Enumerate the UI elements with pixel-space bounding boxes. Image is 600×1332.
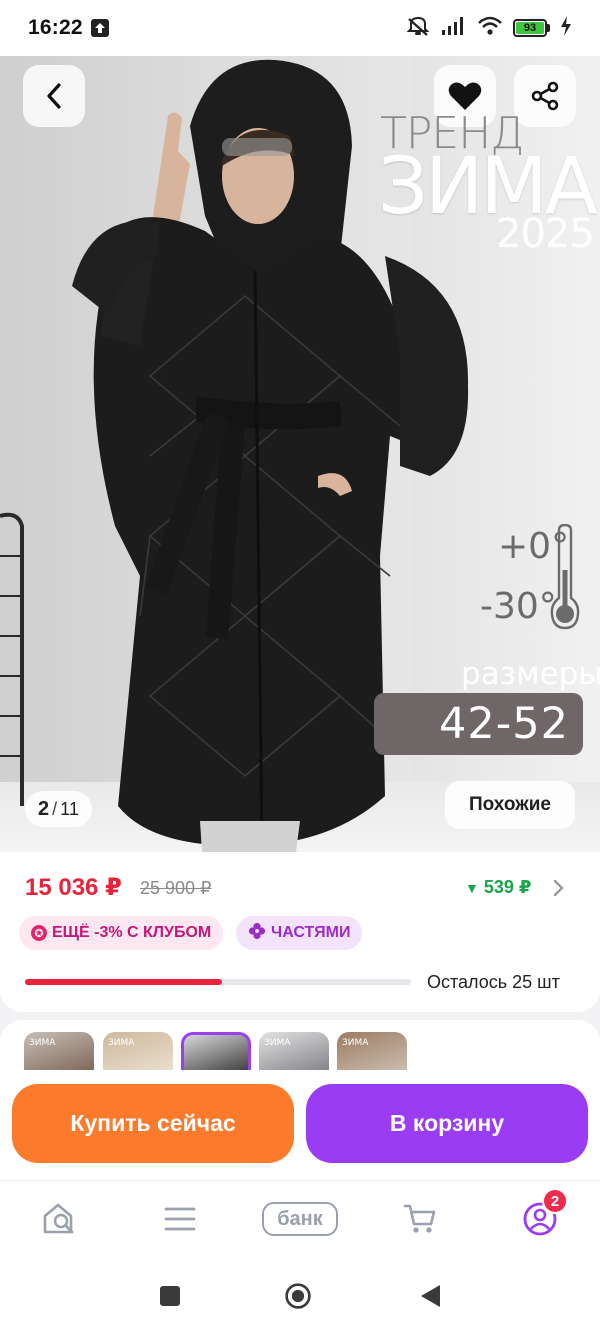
club-discount-label: ЕЩЁ -3% С КЛУБОМ [52, 924, 212, 941]
home-button[interactable] [284, 1282, 312, 1310]
stock-remaining-text: Осталось 25 шт [427, 972, 560, 992]
old-price: 25 900 ₽ [140, 878, 212, 898]
back-button[interactable] [23, 65, 85, 127]
status-bar: 16:22 93 [0, 0, 600, 56]
promo-sizes-value: 42-52 [374, 693, 583, 755]
upload-notification-icon [90, 19, 109, 37]
profile-notification-badge: 2 [542, 1188, 568, 1214]
installments-badge[interactable]: ЧАСТЯМИ [236, 916, 363, 950]
stock-progress-bar [25, 979, 411, 985]
down-triangle-icon: ▼ [465, 879, 479, 896]
tab-cart[interactable] [390, 1195, 450, 1243]
purchase-actions: Купить сейчас В корзину [0, 1070, 600, 1180]
current-price: 15 036 ₽ [25, 874, 122, 901]
recents-button[interactable] [156, 1282, 184, 1310]
menu-icon [164, 1207, 196, 1231]
system-navigation-bar [0, 1260, 600, 1332]
stock-progress-fill [25, 979, 222, 985]
cashback-amount[interactable]: ▼ 539 ₽ [465, 877, 531, 898]
price-card: 15 036 ₽ 25 900 ₽ ▼ 539 ₽ ✪ ЕЩЁ -3% С КЛ… [0, 852, 600, 1012]
battery-level: 93 [516, 22, 544, 34]
home-search-icon [43, 1203, 74, 1234]
club-star-icon: ✪ [31, 925, 47, 941]
tab-catalog[interactable] [150, 1195, 210, 1243]
product-gallery[interactable]: ТРЕНД ЗИМА 2025 +0° -30° размеры: 42-52 … [0, 56, 600, 852]
promo-year-text: 2025 [496, 211, 595, 257]
add-to-cart-button[interactable]: В корзину [306, 1084, 588, 1163]
system-back-button[interactable] [416, 1282, 444, 1310]
cart-icon [403, 1204, 436, 1233]
gallery-counter: 2 / 11 [25, 791, 92, 827]
triangle-back-icon [421, 1285, 440, 1307]
charging-icon [560, 15, 572, 41]
battery-icon: 93 [513, 19, 550, 37]
cashback-value: 539 ₽ [483, 877, 532, 897]
screen: 16:22 93 ТРЕНД ЗИМА 2025 +0° -30° размер… [0, 0, 600, 1332]
buy-now-button[interactable]: Купить сейчас [12, 1084, 294, 1163]
heart-icon [448, 82, 482, 110]
variant-tag: ЗИМА [342, 1038, 369, 1048]
variant-tag: ЗИМА [29, 1038, 56, 1048]
promo-sizes-label: размеры: [461, 656, 600, 692]
clover-icon [248, 922, 266, 945]
chevron-right-icon[interactable] [552, 879, 564, 897]
chevron-left-icon [47, 83, 61, 109]
gallery-counter-separator: / [52, 798, 58, 819]
square-icon [160, 1286, 180, 1306]
alarm-off-icon [405, 15, 431, 42]
gallery-counter-current: 2 [38, 797, 50, 820]
wifi-icon [477, 16, 503, 41]
similar-button[interactable]: Похожие [445, 781, 575, 829]
circle-icon [285, 1283, 311, 1309]
tab-profile[interactable]: 2 [510, 1188, 570, 1243]
tab-bank[interactable]: банк [258, 1195, 342, 1243]
tab-home[interactable] [30, 1195, 90, 1243]
club-discount-badge[interactable]: ✪ ЕЩЁ -3% С КЛУБОМ [19, 916, 224, 950]
status-time: 16:22 [28, 16, 83, 39]
gallery-counter-total: 11 [60, 798, 79, 819]
promo-temp-low: -30° [480, 586, 557, 627]
share-icon [531, 81, 559, 111]
signal-icon [441, 16, 467, 41]
thermometer-icon [550, 524, 580, 630]
installments-label: ЧАСТЯМИ [271, 924, 351, 941]
status-icons: 93 [405, 15, 572, 42]
variant-tag: ЗИМА [108, 1038, 135, 1048]
bottom-tab-bar: банк 2 [0, 1180, 600, 1260]
bank-label: банк [262, 1202, 338, 1236]
variant-tag: ЗИМА [264, 1038, 291, 1048]
